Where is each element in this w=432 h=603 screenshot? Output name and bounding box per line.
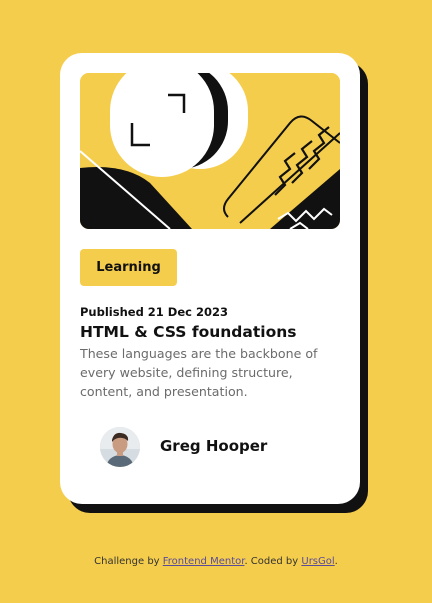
card-title[interactable]: HTML & CSS foundations [80, 323, 297, 341]
illustration-graphic [80, 73, 340, 229]
attribution-prefix: Challenge by [94, 556, 163, 567]
avatar-image [100, 427, 140, 467]
category-badge: Learning [80, 249, 177, 286]
hero-illustration [80, 73, 340, 229]
frontend-mentor-link[interactable]: Frontend Mentor [163, 556, 245, 567]
blog-preview-card: Learning Published 21 Dec 2023 HTML & CS… [60, 53, 360, 504]
attribution-suffix: . [334, 556, 338, 567]
avatar [100, 427, 140, 467]
publish-date: Published 21 Dec 2023 [80, 305, 228, 319]
author-link[interactable]: UrsGol [301, 556, 334, 567]
attribution-footer: Challenge by Frontend Mentor. Coded by U… [0, 556, 432, 567]
attribution-middle: . Coded by [244, 556, 302, 567]
card-description: These languages are the backbone of ever… [80, 346, 318, 399]
author-name: Greg Hooper [160, 437, 268, 455]
